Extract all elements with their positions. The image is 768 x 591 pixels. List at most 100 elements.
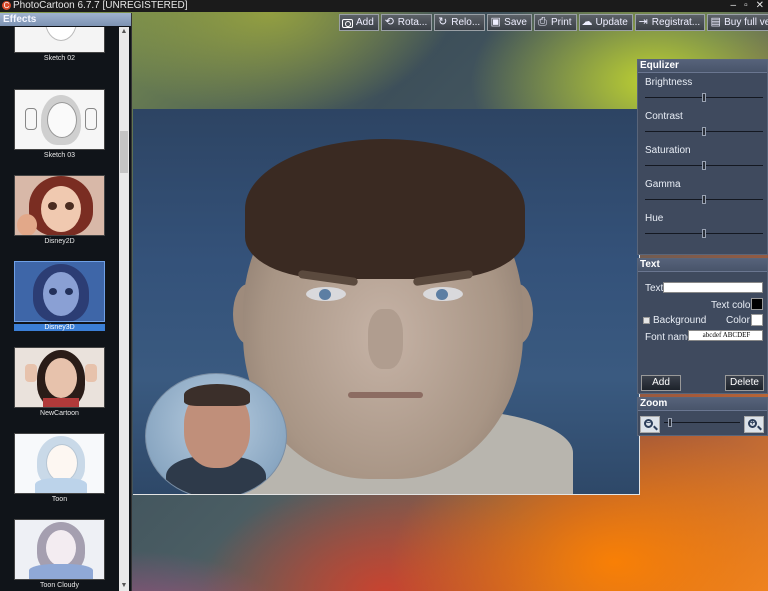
delete-text-button[interactable]: Delete [725, 375, 764, 391]
window-title: PhotoCartoon 6.7.7 [UNREGISTERED] [13, 0, 188, 11]
text-color-label: Text color [711, 300, 754, 311]
save-icon: ▣ [490, 16, 501, 28]
slider-knob[interactable] [702, 195, 706, 204]
saturation-slider[interactable] [645, 161, 763, 170]
effect-thumbnail [14, 347, 105, 408]
text-input[interactable] [663, 282, 763, 293]
update-button-label: Update [595, 17, 628, 28]
effect-item-newcartoon[interactable]: NewCartoon [14, 347, 105, 417]
equalizer-label: Contrast [645, 111, 683, 122]
effects-scrollbar[interactable]: ▲ ▼ [119, 27, 129, 591]
add-button[interactable]: Add [339, 14, 379, 31]
equalizer-label: Saturation [645, 145, 691, 156]
register-icon: ⇥ [638, 16, 648, 28]
slider-knob[interactable] [702, 161, 706, 170]
zoom-slider-knob[interactable] [668, 418, 672, 427]
save-button[interactable]: ▣ Save [487, 14, 532, 31]
close-icon[interactable]: ✕ [756, 0, 764, 12]
print-icon: ⎙ [538, 16, 547, 28]
text-panel-header: Text [638, 259, 767, 272]
effects-header: Effects [0, 13, 131, 26]
reload-button-label: Relo... [451, 17, 481, 28]
background-checkbox[interactable] [643, 317, 650, 324]
reload-button[interactable]: ↻ Relo... [434, 14, 486, 31]
text-color-swatch[interactable] [751, 298, 763, 310]
effect-item-disney2d[interactable]: Disney2D [14, 175, 105, 245]
equalizer-row-contrast: Contrast [645, 111, 763, 136]
print-button[interactable]: ⎙ Print [533, 14, 577, 31]
effect-item-toon-cloudy[interactable]: Toon Cloudy [14, 519, 105, 589]
zoom-header: Zoom [638, 398, 767, 411]
effect-label: Toon [51, 496, 68, 503]
save-button-label: Save [504, 17, 527, 28]
effect-label: Toon Cloudy [40, 582, 79, 589]
scroll-up-icon[interactable]: ▲ [119, 27, 129, 37]
equalizer-row-saturation: Saturation [645, 145, 763, 170]
effect-thumbnail [14, 519, 105, 580]
scrollbar-thumb[interactable] [120, 131, 128, 173]
update-button[interactable]: ☁ Update [578, 14, 633, 31]
slider-knob[interactable] [702, 127, 706, 136]
text-label: Text [645, 283, 664, 294]
buy-full-version-label: Buy full ver... [724, 17, 768, 28]
reload-icon: ↻ [438, 16, 448, 28]
rotate-button-label: Rota... [397, 17, 428, 28]
equalizer-panel: Equlizer Brightness Contrast Saturation Gam… [637, 59, 768, 255]
hue-slider[interactable] [645, 229, 763, 238]
equalizer-label: Gamma [645, 179, 681, 190]
effect-item-toon[interactable]: Toon [14, 433, 105, 503]
original-photo-inset [145, 373, 287, 494]
effect-label: Disney2D [44, 238, 75, 245]
equalizer-label: Hue [645, 213, 664, 224]
font-name-label: Font name [645, 332, 693, 343]
zoom-out-button[interactable]: − [640, 416, 660, 433]
registration-button[interactable]: ⇥ Registrat... [634, 14, 706, 31]
effect-label: NewCartoon [40, 410, 79, 417]
cartoon-photo-preview[interactable] [133, 109, 640, 495]
effects-panel: Effects Sketch 02 Sketch 03 Disney2D Dis… [0, 13, 132, 591]
rotate-icon: ⟲ [384, 16, 394, 28]
font-selector[interactable]: abcdef ABCDEF [688, 330, 763, 341]
equalizer-header: Equlizer [638, 60, 767, 73]
scroll-down-icon[interactable]: ▼ [119, 581, 129, 591]
cart-icon: ▤ [710, 16, 721, 28]
camera-icon [342, 19, 353, 28]
text-panel: Text Text Text color Background Color Fo… [637, 258, 768, 394]
effect-label: Sketch 02 [43, 55, 76, 62]
add-text-button[interactable]: Add [641, 375, 681, 391]
effect-thumbnail [14, 27, 105, 53]
effect-thumbnail [14, 261, 105, 322]
gamma-slider[interactable] [645, 195, 763, 204]
contrast-slider[interactable] [645, 127, 763, 136]
equalizer-row-brightness: Brightness [645, 77, 763, 102]
effect-item-sketch-03[interactable]: Sketch 03 [14, 89, 105, 159]
background-color-swatch[interactable] [751, 314, 763, 326]
effect-item-sketch-02[interactable]: Sketch 02 [14, 27, 105, 62]
equalizer-row-hue: Hue [645, 213, 763, 238]
equalizer-label: Brightness [645, 77, 693, 88]
slider-knob[interactable] [702, 93, 706, 102]
brightness-slider[interactable] [645, 93, 763, 102]
effect-thumbnail [14, 89, 105, 150]
registration-button-label: Registrat... [651, 17, 701, 28]
zoom-panel: Zoom − + [637, 397, 768, 436]
color-label: Color [726, 315, 750, 326]
equalizer-row-gamma: Gamma [645, 179, 763, 204]
toolbar: Add ⟲ Rota... ↻ Relo... ▣ Save ⎙ Print ☁… [339, 14, 768, 32]
maximize-icon[interactable]: ▫ [744, 0, 748, 12]
app-logo-icon: C [2, 1, 11, 10]
add-button-label: Add [356, 17, 374, 28]
minimize-icon[interactable]: – [731, 0, 737, 12]
zoom-in-button[interactable]: + [744, 416, 764, 433]
effect-label: Disney3D [14, 324, 105, 331]
zoom-slider[interactable] [664, 418, 740, 427]
effect-thumbnail [14, 433, 105, 494]
print-button-label: Print [550, 17, 572, 28]
slider-knob[interactable] [702, 229, 706, 238]
buy-full-version-button[interactable]: ▤ Buy full ver... [707, 14, 768, 31]
cloud-download-icon: ☁ [581, 16, 593, 28]
title-bar: C PhotoCartoon 6.7.7 [UNREGISTERED] – ▫ … [0, 0, 768, 12]
rotate-button[interactable]: ⟲ Rota... [380, 14, 433, 31]
background-label: Background [653, 315, 707, 326]
effect-item-disney3d[interactable]: Disney3D [14, 261, 105, 331]
